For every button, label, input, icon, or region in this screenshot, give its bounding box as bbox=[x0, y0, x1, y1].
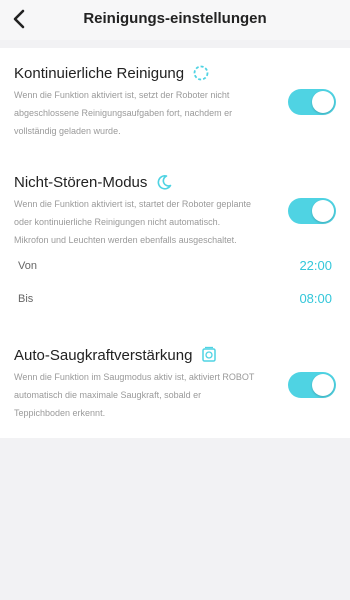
description-line: automatisch die maximale Saugkraft, soba… bbox=[14, 390, 202, 400]
suction-boost-description: Wenn die Funktion im Saugmodus aktiv ist… bbox=[14, 368, 274, 422]
settings-panel: Kontinuierliche Reinigung Wenn die Funkt… bbox=[0, 48, 350, 438]
description-line: Wenn die Funktion aktiviert ist, setzt d… bbox=[14, 90, 230, 100]
description-line: oder kontinuierliche Reinigungen nicht a… bbox=[14, 217, 221, 227]
suction-boost-icon bbox=[200, 346, 218, 364]
description-line: vollständig geladen wurde. bbox=[14, 126, 121, 136]
toggle-knob bbox=[312, 91, 334, 113]
toggle-knob bbox=[312, 200, 334, 222]
description-line: Wenn die Funktion aktiviert ist, startet… bbox=[14, 199, 251, 209]
start-time-value: 22:00 bbox=[299, 258, 332, 273]
do-not-disturb-description: Wenn die Funktion aktiviert ist, startet… bbox=[14, 195, 274, 249]
start-time-label: Von bbox=[18, 260, 37, 272]
continuous-cleaning-icon bbox=[192, 64, 210, 82]
do-not-disturb-title: Nicht-Stören-Modus bbox=[14, 173, 173, 191]
do-not-disturb-label: Nicht-Stören-Modus bbox=[14, 173, 148, 191]
suction-boost-title: Auto-Saugkraftverstärkung bbox=[14, 346, 218, 364]
moon-icon bbox=[155, 173, 173, 191]
start-time-row[interactable]: Von 22:00 bbox=[0, 256, 350, 282]
continuous-cleaning-toggle[interactable] bbox=[288, 89, 336, 115]
do-not-disturb-toggle[interactable] bbox=[288, 198, 336, 224]
header-bar: Reinigungs-einstellungen bbox=[0, 0, 350, 40]
end-time-value: 08:00 bbox=[299, 291, 332, 306]
description-line: Teppichboden erkennt. bbox=[14, 408, 106, 418]
continuous-cleaning-description: Wenn die Funktion aktiviert ist, setzt d… bbox=[14, 86, 274, 140]
end-time-label: Bis bbox=[18, 293, 34, 305]
toggle-knob bbox=[312, 374, 334, 396]
continuous-cleaning-label: Kontinuierliche Reinigung bbox=[14, 64, 185, 82]
description-line: Wenn die Funktion im Saugmodus aktiv ist… bbox=[14, 372, 255, 382]
page-title: Reinigungs-einstellungen bbox=[83, 10, 267, 27]
continuous-cleaning-title: Kontinuierliche Reinigung bbox=[14, 64, 210, 82]
end-time-row[interactable]: Bis 08:00 bbox=[0, 289, 350, 315]
suction-boost-toggle[interactable] bbox=[288, 372, 336, 398]
suction-boost-label: Auto-Saugkraftverstärkung bbox=[14, 346, 193, 364]
description-line: abgeschlossene Reinigungsaufgaben fort, … bbox=[14, 108, 233, 118]
description-line: Mikrofon und Leuchten werden ebenfalls a… bbox=[14, 235, 237, 245]
